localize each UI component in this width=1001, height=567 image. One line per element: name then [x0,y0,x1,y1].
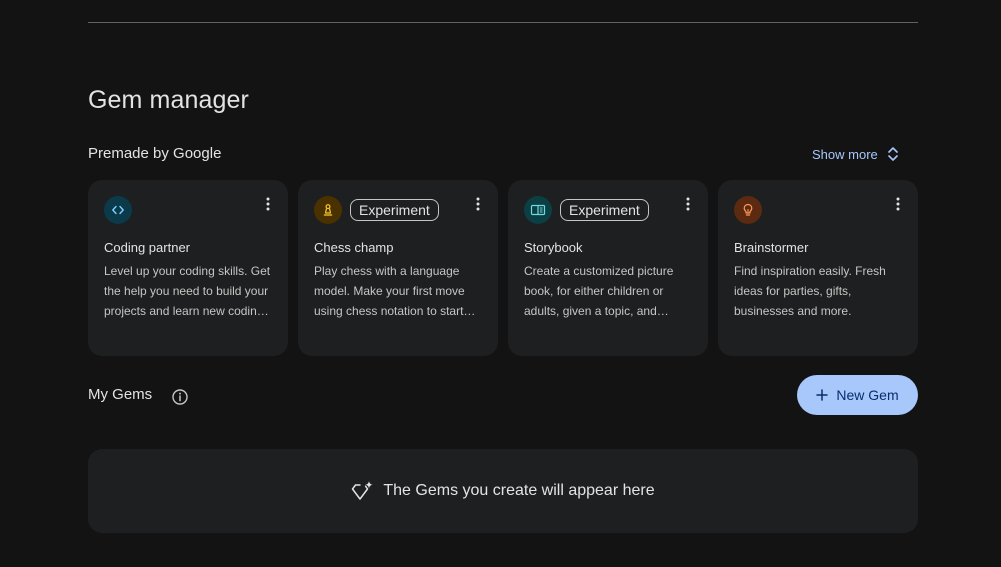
gem-card-description: Level up your coding skills. Get the hel… [104,264,271,318]
premade-gems-list: Coding partner Level up your coding skil… [88,180,918,356]
new-gem-label: New Gem [836,387,899,403]
page-title: Gem manager [88,86,249,114]
code-icon [104,196,132,224]
experiment-badge: Experiment [350,199,439,221]
gem-card-title: Brainstormer [734,240,809,255]
premade-section-heading: Premade by Google [88,145,222,162]
more-options-icon[interactable] [470,194,486,214]
gem-card-description: Find inspiration easily. Fresh ideas for… [734,264,886,318]
show-more-button[interactable]: Show more [812,144,900,164]
gem-card-brainstormer[interactable]: Brainstormer Find inspiration easily. Fr… [718,180,918,356]
show-more-label: Show more [812,146,878,162]
new-gem-button[interactable]: New Gem [797,375,918,415]
more-options-icon[interactable] [680,194,696,214]
gem-card-title: Coding partner [104,240,190,255]
unfold-more-icon [887,147,898,161]
lightbulb-icon [734,196,762,224]
book-icon [524,196,552,224]
empty-state-text: The Gems you create will appear here [383,482,655,499]
gem-card-description: Create a customized picture book, for ei… [524,264,674,318]
more-options-icon[interactable] [260,194,276,214]
more-options-icon[interactable] [890,194,906,214]
my-gems-empty-state: The Gems you create will appear here [88,449,918,533]
gem-manager-page: Gem manager Premade by Google Show more … [0,0,1001,567]
gem-card-storybook[interactable]: Experiment Storybook Create a customized… [508,180,708,356]
info-icon[interactable] [171,388,189,406]
top-divider [88,22,918,23]
gem-card-title: Chess champ [314,240,394,255]
experiment-badge: Experiment [560,199,649,221]
gem-card-chess-champ[interactable]: Experiment Chess champ Play chess with a… [298,180,498,356]
my-gems-heading: My Gems [88,386,153,403]
gem-card-description: Play chess with a language model. Make y… [314,264,465,318]
gem-card-title: Storybook [524,240,583,255]
plus-icon [816,389,829,401]
chess-pawn-icon [314,196,342,224]
gem-sparkle-icon [352,481,374,500]
gem-card-coding-partner[interactable]: Coding partner Level up your coding skil… [88,180,288,356]
